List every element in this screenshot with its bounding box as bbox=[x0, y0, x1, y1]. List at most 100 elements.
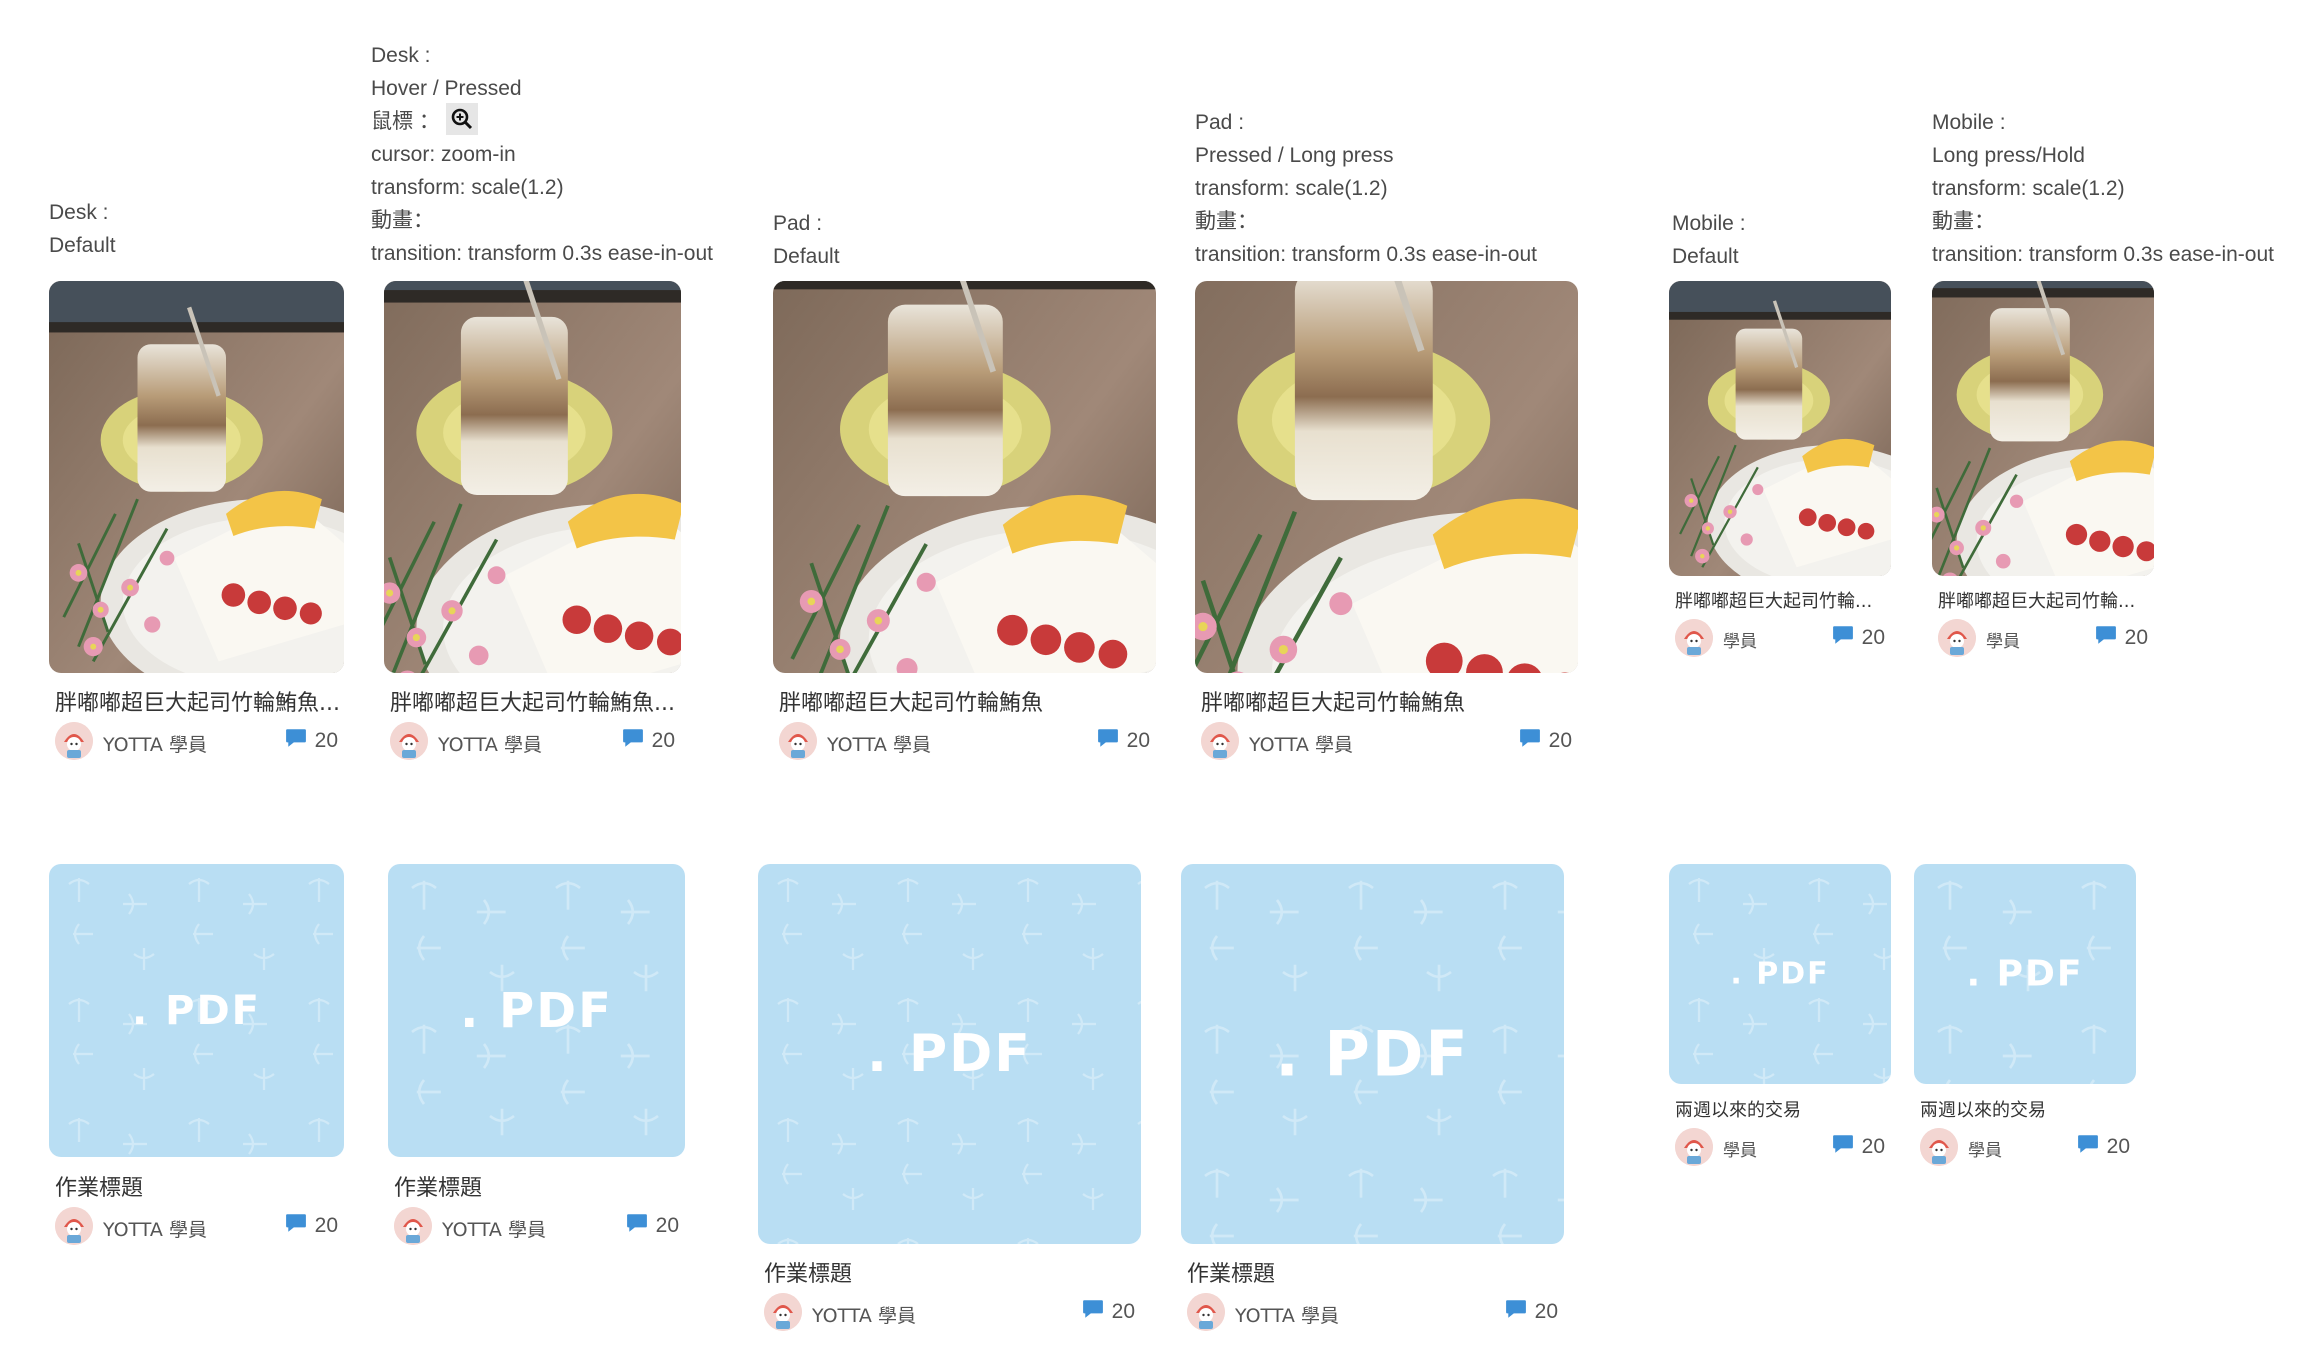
author-name: YOTTA 學員 bbox=[812, 1305, 916, 1327]
comment-number: 20 bbox=[1534, 1300, 1558, 1323]
card-title[interactable]: 胖嘟嘟超巨大起司竹輪鮪魚... bbox=[55, 685, 340, 717]
card-meta: 學員 20 bbox=[1675, 1128, 1885, 1168]
photo-card-pad-default[interactable]: 胖嘟嘟超巨大起司竹輪鮪魚 YOTTA 學員 20 bbox=[773, 281, 1156, 761]
card-title[interactable]: 作業標題 bbox=[1187, 1256, 1275, 1288]
annotation-line: 動畫： bbox=[371, 209, 434, 233]
mobile-hold-annotation: Mobile : Long press/Hold transform: scal… bbox=[1932, 106, 2274, 271]
card-thumbnail-image[interactable] bbox=[384, 281, 681, 673]
annotation-line: Pressed / Long press bbox=[1195, 144, 1394, 167]
avatar bbox=[394, 1207, 432, 1245]
pdf-card-pad-default[interactable]: . PDF 作業標題 YOTTA 學員 20 bbox=[758, 864, 1141, 1344]
comment-number: 20 bbox=[651, 729, 675, 752]
author-name: YOTTA 學員 bbox=[1249, 734, 1353, 756]
photo-card-mobile-default[interactable]: 胖嘟嘟超巨大起司竹輪... 學員 20 bbox=[1669, 281, 1891, 661]
annotation-line: Desk : bbox=[49, 201, 109, 224]
comment-bubble-icon bbox=[1097, 728, 1119, 754]
card-thumbnail-image[interactable] bbox=[1669, 281, 1891, 576]
avatar bbox=[764, 1293, 802, 1331]
card-title[interactable]: 胖嘟嘟超巨大起司竹輪... bbox=[1675, 587, 1872, 613]
avatar bbox=[55, 1207, 93, 1245]
pdf-thumbnail[interactable]: . PDF bbox=[1181, 864, 1564, 1244]
card-meta: YOTTA 學員 20 bbox=[394, 1207, 679, 1247]
author-name: YOTTA 學員 bbox=[827, 734, 931, 756]
card-meta: 學員 20 bbox=[1675, 619, 1885, 659]
card-meta: YOTTA 學員 20 bbox=[1187, 1293, 1558, 1333]
card-title[interactable]: 胖嘟嘟超巨大起司竹輪... bbox=[1938, 587, 2135, 613]
card-title[interactable]: 胖嘟嘟超巨大起司竹輪鮪魚 bbox=[1201, 685, 1465, 717]
card-meta: 學員 20 bbox=[1938, 619, 2148, 659]
comment-count: 20 bbox=[2095, 625, 2148, 651]
author-name: 學員 bbox=[1723, 1141, 1757, 1161]
pad-default-annotation: Pad : Default bbox=[773, 207, 840, 273]
card-title[interactable]: 作業標題 bbox=[764, 1256, 852, 1288]
author-name: YOTTA 學員 bbox=[103, 1219, 207, 1241]
author-name: 學員 bbox=[1723, 632, 1757, 652]
annotation-line: transform: scale(1.2) bbox=[1932, 177, 2125, 200]
annotation-line: Mobile : bbox=[1932, 111, 2006, 134]
zoom-in-icon bbox=[445, 103, 478, 136]
card-title[interactable]: 兩週以來的交易 bbox=[1920, 1096, 2046, 1122]
annotation-line: Default bbox=[1672, 245, 1739, 268]
comment-bubble-icon bbox=[2095, 625, 2117, 651]
comment-bubble-icon bbox=[626, 1213, 648, 1239]
comment-count: 20 bbox=[1832, 625, 1885, 651]
comment-bubble-icon bbox=[285, 1213, 307, 1239]
pdf-thumbnail[interactable]: . PDF bbox=[758, 864, 1141, 1244]
card-thumbnail-image[interactable] bbox=[773, 281, 1156, 673]
comment-number: 20 bbox=[1126, 729, 1150, 752]
comment-bubble-icon bbox=[1832, 1134, 1854, 1160]
pdf-label: . PDF bbox=[1275, 1017, 1470, 1091]
pdf-card-desk-hover[interactable]: . PDF 作業標題 YOTTA 學員 20 bbox=[388, 864, 685, 1254]
pdf-thumbnail[interactable]: . PDF bbox=[49, 864, 344, 1157]
comment-count: 20 bbox=[1082, 1299, 1135, 1325]
comment-bubble-icon bbox=[1082, 1299, 1104, 1325]
pdf-thumbnail[interactable]: . PDF bbox=[1669, 864, 1891, 1084]
photo-card-desk-hover[interactable]: 胖嘟嘟超巨大起司竹輪鮪魚... YOTTA 學員 20 bbox=[384, 281, 681, 761]
card-thumbnail-image[interactable] bbox=[1195, 281, 1578, 673]
card-title[interactable]: 兩週以來的交易 bbox=[1675, 1096, 1801, 1122]
pdf-thumbnail[interactable]: . PDF bbox=[388, 864, 685, 1157]
annotation-line: Desk : bbox=[371, 44, 431, 67]
card-title[interactable]: 作業標題 bbox=[55, 1170, 143, 1202]
avatar bbox=[1675, 619, 1713, 657]
photo-card-desk-default[interactable]: 胖嘟嘟超巨大起司竹輪鮪魚... YOTTA 學員 20 bbox=[49, 281, 344, 761]
comment-count: 20 bbox=[1505, 1299, 1558, 1325]
comment-number: 20 bbox=[314, 729, 338, 752]
pdf-label: . PDF bbox=[132, 987, 261, 1034]
card-title[interactable]: 作業標題 bbox=[394, 1170, 482, 1202]
author-name: 學員 bbox=[1986, 632, 2020, 652]
card-thumbnail-image[interactable] bbox=[1932, 281, 2154, 576]
annotation-line: transition: transform 0.3s ease-in-out bbox=[1932, 243, 2274, 266]
comment-bubble-icon bbox=[285, 728, 307, 754]
avatar bbox=[390, 722, 428, 760]
comment-bubble-icon bbox=[1832, 625, 1854, 651]
pdf-thumbnail[interactable]: . PDF bbox=[1914, 864, 2136, 1084]
comment-count: 20 bbox=[626, 1213, 679, 1239]
annotation-line: transition: transform 0.3s ease-in-out bbox=[371, 242, 713, 266]
pdf-card-mobile-hold[interactable]: . PDF 兩週以來的交易 學員 20 bbox=[1914, 864, 2136, 1174]
photo-card-mobile-hold[interactable]: 胖嘟嘟超巨大起司竹輪... 學員 20 bbox=[1932, 281, 2154, 661]
annotation-line: Pad : bbox=[773, 212, 823, 235]
annotation-text: 鼠標 ： bbox=[371, 110, 440, 133]
card-title[interactable]: 胖嘟嘟超巨大起司竹輪鮪魚 bbox=[779, 685, 1043, 717]
annotation-line: Long press/Hold bbox=[1932, 144, 2085, 167]
avatar bbox=[1201, 722, 1239, 760]
pdf-label: . PDF bbox=[867, 1024, 1032, 1084]
pdf-card-desk-default[interactable]: . PDF 作業標題 YOTTA 學員 20 bbox=[49, 864, 344, 1254]
pdf-card-mobile-default[interactable]: . PDF 兩週以來的交易 學員 20 bbox=[1669, 864, 1891, 1174]
card-title[interactable]: 胖嘟嘟超巨大起司竹輪鮪魚... bbox=[390, 685, 675, 717]
author-name: YOTTA 學員 bbox=[1235, 1305, 1339, 1327]
pad-pressed-annotation: Pad : Pressed / Long press transform: sc… bbox=[1195, 106, 1537, 271]
card-thumbnail-image[interactable] bbox=[49, 281, 344, 673]
annotation-line: cursor: zoom-in bbox=[371, 143, 516, 167]
pdf-label: . PDF bbox=[1966, 953, 2084, 995]
photo-card-pad-pressed[interactable]: 胖嘟嘟超巨大起司竹輪鮪魚 YOTTA 學員 20 bbox=[1195, 281, 1578, 761]
card-meta: YOTTA 學員 20 bbox=[55, 722, 338, 762]
comment-count: 20 bbox=[1832, 1134, 1885, 1160]
comment-number: 20 bbox=[2124, 626, 2148, 649]
comment-number: 20 bbox=[1861, 626, 1885, 649]
card-meta: YOTTA 學員 20 bbox=[779, 722, 1150, 762]
pdf-card-pad-pressed[interactable]: . PDF 作業標題 YOTTA 學員 20 bbox=[1181, 864, 1564, 1344]
comment-bubble-icon bbox=[2077, 1134, 2099, 1160]
avatar bbox=[1938, 619, 1976, 657]
